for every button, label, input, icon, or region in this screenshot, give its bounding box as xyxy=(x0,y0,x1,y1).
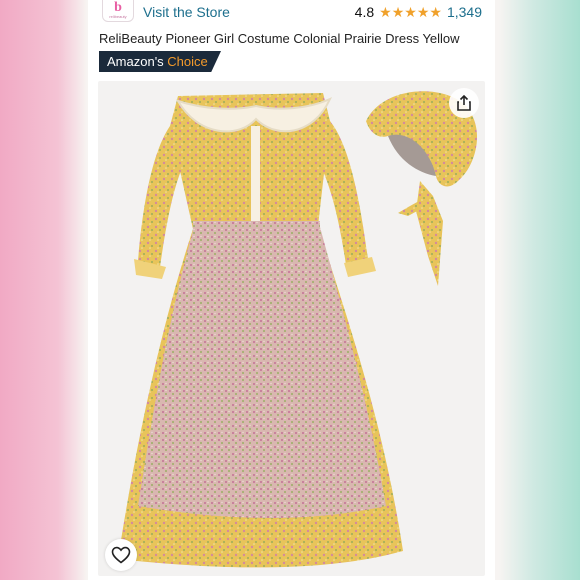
visit-store-link[interactable]: Visit the Store xyxy=(143,4,230,20)
button-placket xyxy=(251,126,260,226)
star-icon: ★ xyxy=(391,4,405,20)
rating-summary[interactable]: 4.8 ★ ★ ★ ★ ★ 1,349 xyxy=(355,4,482,20)
share-icon xyxy=(457,94,471,111)
rating-stars: ★ ★ ★ ★ ★ xyxy=(379,5,442,19)
badge-prefix: Amazon's xyxy=(107,54,164,69)
product-image[interactable] xyxy=(98,81,485,576)
heart-icon xyxy=(111,546,131,564)
product-title: ReliBeauty Pioneer Girl Costume Colonial… xyxy=(99,31,460,46)
rating-count-link[interactable]: 1,349 xyxy=(447,4,482,20)
product-card: b relibeauty Visit the Store 4.8 ★ ★ ★ ★… xyxy=(88,0,495,580)
share-button[interactable] xyxy=(449,88,479,118)
store-logo-text: relibeauty xyxy=(109,14,127,19)
bonnet xyxy=(366,91,478,286)
apron-waistband xyxy=(193,221,320,235)
star-icon: ★ xyxy=(404,4,417,20)
star-icon: ★ xyxy=(429,4,442,20)
favorite-button[interactable] xyxy=(105,539,137,571)
badge-highlight: Choice xyxy=(167,54,208,69)
store-logo[interactable]: b relibeauty xyxy=(102,0,134,22)
dress-illustration xyxy=(118,91,478,568)
amazons-choice-badge: Amazon's Choice xyxy=(99,51,221,72)
star-icon: ★ xyxy=(379,4,392,20)
store-logo-mark: b xyxy=(114,0,122,15)
star-icon: ★ xyxy=(416,4,430,20)
rating-value: 4.8 xyxy=(354,4,375,20)
